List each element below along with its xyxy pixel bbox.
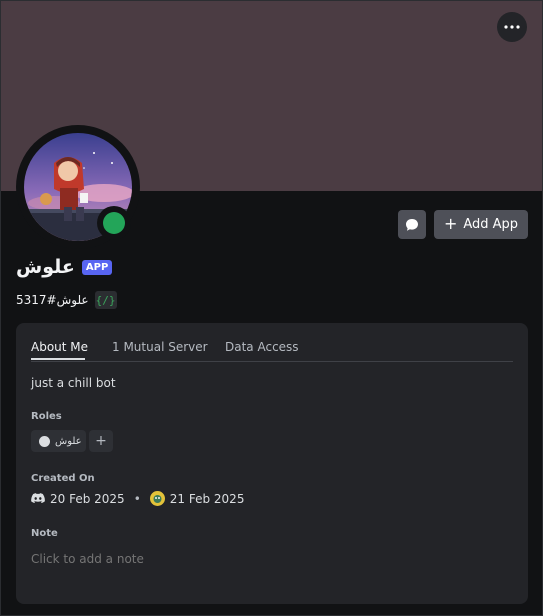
user-profile-popout: + Add App علوش APP علوش#5317 {/} About M… xyxy=(0,0,543,616)
send-message-button[interactable] xyxy=(398,210,426,239)
created-on-heading: Created On xyxy=(31,473,95,484)
bio-text: just a chill bot xyxy=(31,376,116,390)
slash-commands-badge[interactable]: {/} xyxy=(94,291,117,309)
name-row: علوش APP xyxy=(16,256,113,278)
profile-tabs: About Me 1 Mutual Server Data Access xyxy=(31,337,513,362)
tab-about-me[interactable]: About Me xyxy=(31,340,88,354)
role-pill[interactable]: علوش xyxy=(31,430,86,452)
online-status-indicator xyxy=(103,212,125,234)
plus-icon: + xyxy=(443,214,458,233)
tag-row: علوش#5317 {/} xyxy=(16,291,117,309)
chat-bubble-icon xyxy=(406,218,418,231)
more-options-button[interactable] xyxy=(497,12,527,42)
role-name: علوش xyxy=(55,435,82,447)
active-tab-indicator xyxy=(31,358,85,360)
note-heading: Note xyxy=(31,528,58,539)
server-icon xyxy=(149,491,165,506)
app-badge: APP xyxy=(81,259,113,275)
tab-mutual-servers[interactable]: 1 Mutual Server xyxy=(112,340,208,354)
discord-icon xyxy=(31,493,45,503)
tab-data-access[interactable]: Data Access xyxy=(225,340,299,354)
display-name: علوش xyxy=(16,256,75,278)
created-server-date: 21 Feb 2025 xyxy=(169,491,245,506)
separator-bullet: • xyxy=(133,491,141,506)
username[interactable]: علوش#5317 xyxy=(16,293,89,307)
profile-details-panel: About Me 1 Mutual Server Data Access jus… xyxy=(16,323,528,604)
note-input[interactable] xyxy=(31,549,501,569)
created-on-row: 20 Feb 2025 • 21 Feb 2025 xyxy=(31,491,244,506)
role-color-dot xyxy=(39,435,50,447)
ellipsis-icon xyxy=(504,25,520,29)
add-role-button[interactable]: + xyxy=(89,430,113,452)
add-app-button[interactable]: + Add App xyxy=(434,210,528,239)
created-discord-date: 20 Feb 2025 xyxy=(50,491,125,506)
add-app-label: Add App xyxy=(463,217,519,232)
roles-heading: Roles xyxy=(31,411,62,422)
